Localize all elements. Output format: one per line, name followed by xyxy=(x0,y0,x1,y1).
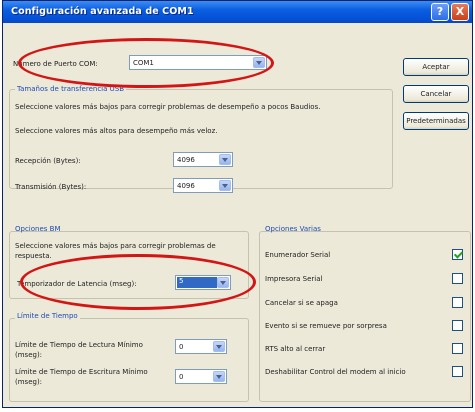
option-rts-on-close: RTS alto al cerrar xyxy=(265,345,326,353)
window-title: Configuración avanzada de COM1 xyxy=(11,6,194,17)
title-bar[interactable]: Configuración avanzada de COM1 ? X xyxy=(3,1,472,23)
option-surprise-removal: Evento si se remueve por sorpresa xyxy=(265,322,387,330)
com-port-label: Número de Puerto COM: xyxy=(13,60,98,68)
chevron-down-icon[interactable] xyxy=(253,57,265,68)
write-timeout-label-1: Límite de Tiempo de Escritura Mínimo xyxy=(15,368,148,376)
rx-size-select[interactable]: 4096 xyxy=(173,152,233,167)
write-timeout-value: 0 xyxy=(179,373,184,381)
write-timeout-label-2: (mseg): xyxy=(15,378,43,386)
option-disable-modem-ctrl: Deshabilitar Control del modem al inicio xyxy=(265,368,406,376)
com-port-select[interactable]: COM1 xyxy=(129,55,267,70)
defaults-button[interactable]: Predeterminadas xyxy=(403,112,469,130)
misc-group-title: Opciones Varias xyxy=(265,225,321,233)
tx-label: Transmisión (Bytes): xyxy=(15,183,87,191)
option-cancel-on-power-off: Cancelar si se apaga xyxy=(265,299,338,307)
read-timeout-select[interactable]: 0 xyxy=(175,339,227,354)
write-timeout-select[interactable]: 0 xyxy=(175,369,227,384)
bm-group-title: Opciones BM xyxy=(15,225,61,233)
tx-size-select[interactable]: 4096 xyxy=(173,178,233,193)
surprise-removal-checkbox[interactable] xyxy=(452,320,463,331)
latency-label: Temporizador de Latencia (mseg): xyxy=(17,280,137,288)
disable-modem-ctrl-checkbox[interactable] xyxy=(452,366,463,377)
usb-hint-high: Seleccione valores más altos para desemp… xyxy=(15,127,218,135)
timeouts-group-title: Límite de Tiempo xyxy=(15,312,80,320)
read-timeout-value: 0 xyxy=(179,343,184,351)
latency-value: 5 xyxy=(177,277,217,288)
com-port-value: COM1 xyxy=(133,59,154,67)
chevron-down-icon[interactable] xyxy=(217,277,229,288)
help-icon[interactable]: ? xyxy=(431,3,449,21)
read-timeout-label-2: (mseg): xyxy=(15,351,43,359)
rx-size-value: 4096 xyxy=(177,156,195,164)
timeouts-group xyxy=(9,318,249,402)
tx-size-value: 4096 xyxy=(177,182,195,190)
usb-group-title: Tamaños de transferencia USB xyxy=(15,85,126,93)
chevron-down-icon[interactable] xyxy=(219,154,231,165)
bm-hint-line2: respuesta. xyxy=(15,252,52,260)
cancel-button[interactable]: Cancelar xyxy=(403,85,469,103)
option-serial-printer: Impresora Serial xyxy=(265,275,323,283)
bm-hint-line1: Seleccione valores más bajos para correg… xyxy=(15,242,216,250)
serial-printer-checkbox[interactable] xyxy=(452,273,463,284)
rx-label: Recepción (Bytes): xyxy=(15,157,81,165)
chevron-down-icon[interactable] xyxy=(213,341,225,352)
accept-button[interactable]: Aceptar xyxy=(403,58,469,76)
cancel-on-power-off-checkbox[interactable] xyxy=(452,297,463,308)
option-serial-enumerator: Enumerador Serial xyxy=(265,251,331,259)
usb-hint-low: Seleccione valores más bajos para correg… xyxy=(15,103,321,111)
chevron-down-icon[interactable] xyxy=(219,180,231,191)
advanced-settings-dialog: Configuración avanzada de COM1 ? X Númer… xyxy=(2,0,473,408)
chevron-down-icon[interactable] xyxy=(213,371,225,382)
latency-select[interactable]: 5 xyxy=(175,275,231,290)
close-icon[interactable]: X xyxy=(451,3,469,21)
read-timeout-label-1: Límite de Tiempo de Lectura Mínimo xyxy=(15,341,143,349)
serial-enumerator-checkbox[interactable] xyxy=(452,249,463,260)
rts-on-close-checkbox[interactable] xyxy=(452,343,463,354)
